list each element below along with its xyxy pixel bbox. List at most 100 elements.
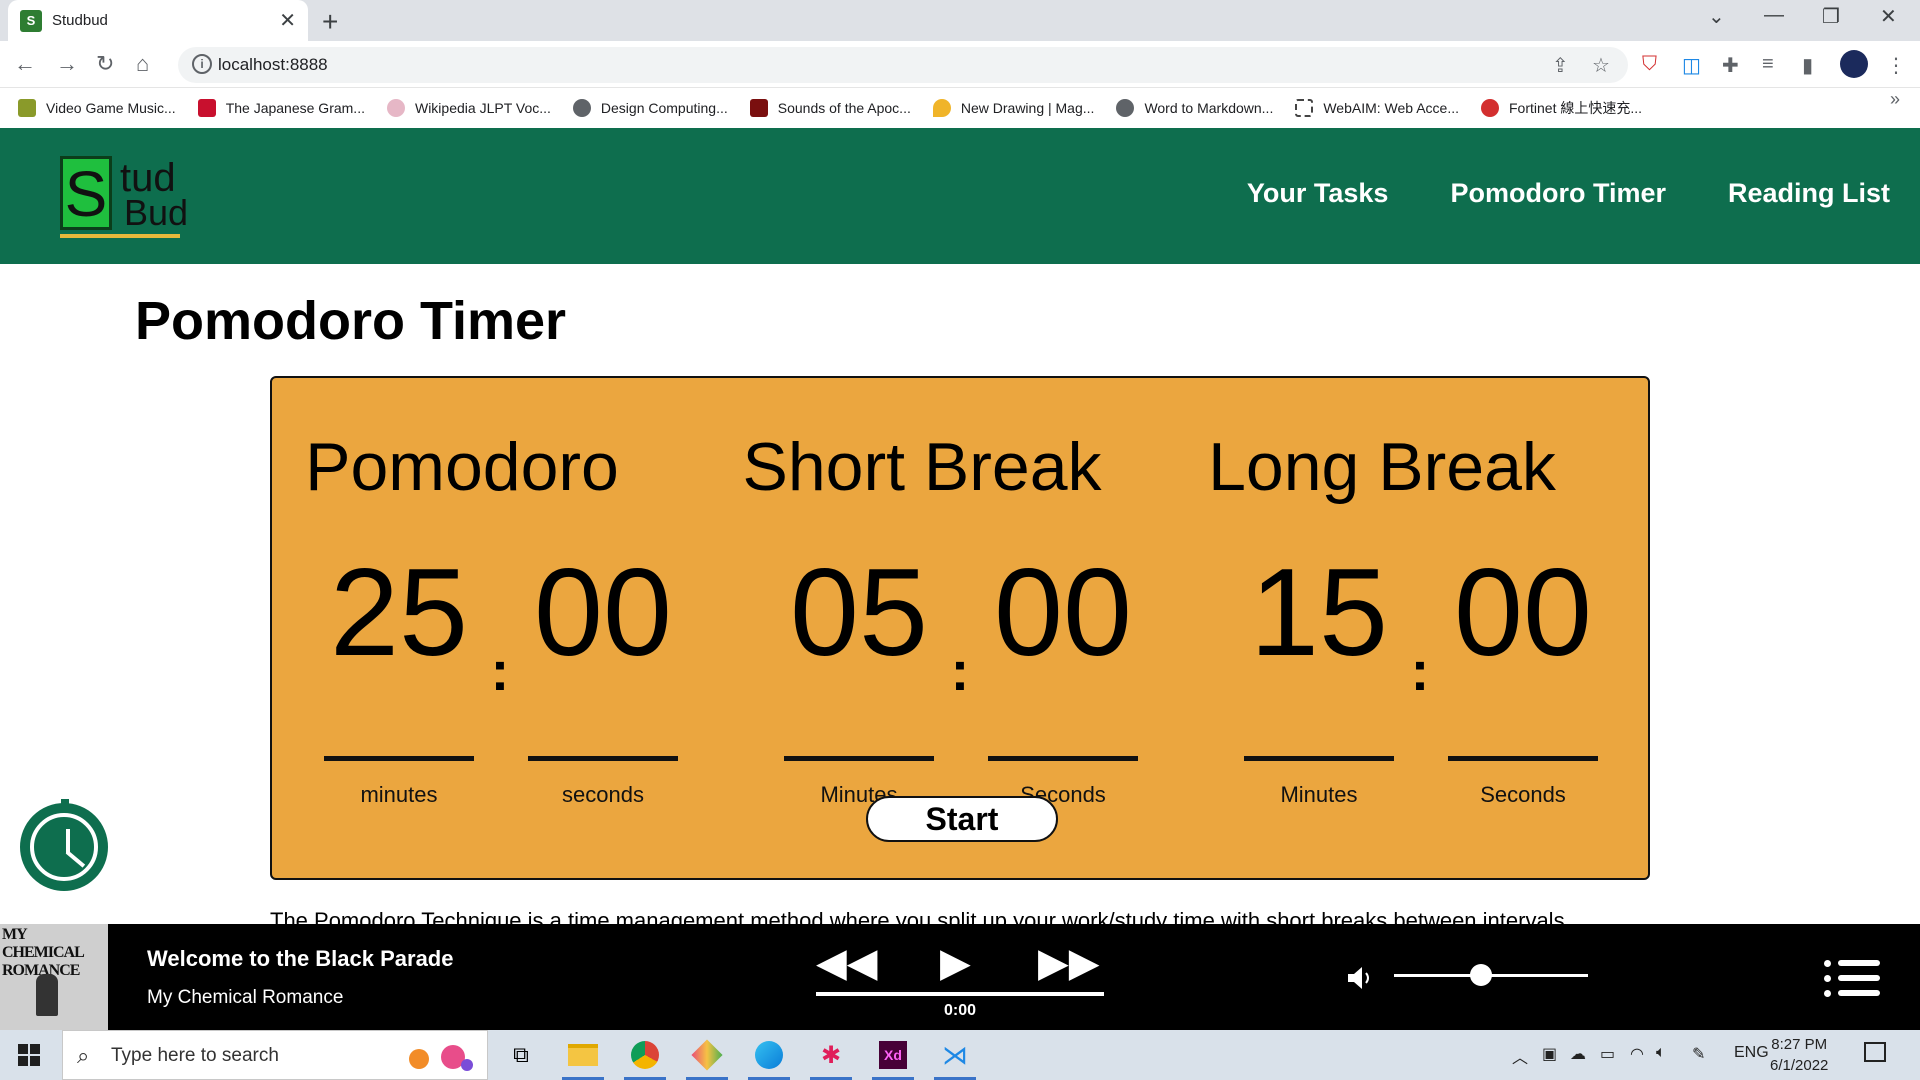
restore-icon[interactable]: ❐ bbox=[1822, 4, 1840, 29]
menu-dot bbox=[1824, 960, 1831, 967]
bookmark-favicon-icon bbox=[18, 99, 36, 117]
bookmark-favicon-icon bbox=[749, 99, 768, 117]
seconds-label: seconds bbox=[562, 782, 644, 807]
new-tab-icon[interactable]: + bbox=[322, 6, 338, 38]
menu-dot bbox=[1824, 990, 1831, 997]
album-figure bbox=[36, 974, 58, 1016]
taskbar-clock[interactable]: 8:27 PM 6/1/2022 bbox=[1770, 1034, 1828, 1076]
app-diamond-icon[interactable] bbox=[686, 1036, 728, 1080]
extension-shield-icon[interactable]: ⛉ bbox=[1642, 53, 1657, 76]
stopwatch-icon[interactable] bbox=[20, 799, 108, 891]
home-icon[interactable]: ⌂ bbox=[136, 51, 149, 77]
vscode-icon[interactable]: ⋊ bbox=[934, 1036, 976, 1080]
menu-line bbox=[1838, 960, 1880, 966]
bookmark-item[interactable]: Fortinet 線上快速充... bbox=[1481, 98, 1642, 118]
side-panel-icon[interactable]: ▮ bbox=[1802, 53, 1813, 78]
volume-icon[interactable] bbox=[1346, 964, 1374, 992]
timer-group-pomodoro: Pomodoro 25 : 00 minutes seconds bbox=[282, 428, 678, 807]
minutes-underline bbox=[784, 756, 934, 761]
slack-icon[interactable]: ✱ bbox=[810, 1036, 852, 1080]
timer-card: Pomodoro 25 : 00 minutes seconds Short B… bbox=[270, 376, 1650, 880]
language-indicator[interactable]: ENG bbox=[1734, 1044, 1769, 1062]
task-view-icon[interactable]: ⧉ bbox=[500, 1036, 542, 1074]
extensions-icon[interactable]: ✚ bbox=[1722, 53, 1739, 78]
seconds-value[interactable]: 00 bbox=[1448, 548, 1598, 678]
browser-tab-bar: S Studbud ✕ + ⌄ — ❐ ✕ bbox=[0, 0, 1920, 41]
address-bar[interactable]: i localhost:8888 bbox=[178, 47, 1628, 83]
notification-icon[interactable] bbox=[1864, 1042, 1886, 1062]
search-highlight-icon bbox=[409, 1045, 473, 1071]
win-pane bbox=[30, 1056, 40, 1066]
bookmark-item[interactable]: Word to Markdown... bbox=[1116, 99, 1273, 117]
speaker-icon[interactable]: 🔈︎ bbox=[1656, 1044, 1666, 1062]
tray-meet-icon[interactable]: ▣ bbox=[1542, 1044, 1557, 1064]
minutes-value[interactable]: 15 bbox=[1244, 548, 1394, 678]
share-icon[interactable]: ⇪ bbox=[1552, 53, 1569, 78]
bookmark-item[interactable]: WebAIM: Web Acce... bbox=[1295, 99, 1459, 117]
windows-start-icon[interactable] bbox=[18, 1044, 40, 1066]
playback-time: 0:00 bbox=[944, 1002, 977, 1019]
browser-tab[interactable]: S Studbud ✕ bbox=[8, 0, 308, 41]
bookmark-item[interactable]: The Japanese Gram... bbox=[197, 99, 365, 117]
rewind-icon[interactable]: ◀◀ bbox=[816, 940, 878, 986]
bookmark-item[interactable]: Sounds of the Apoc... bbox=[749, 99, 911, 117]
close-window-icon[interactable]: ✕ bbox=[1880, 4, 1897, 29]
win-pane bbox=[30, 1044, 40, 1054]
site-info-icon[interactable]: i bbox=[192, 54, 212, 74]
nav-pomodoro-timer[interactable]: Pomodoro Timer bbox=[1450, 178, 1666, 209]
volume-slider-handle[interactable] bbox=[1470, 964, 1493, 986]
start-button[interactable]: Start bbox=[866, 796, 1058, 842]
file-explorer-icon[interactable] bbox=[562, 1036, 604, 1080]
music-player: MY CHEMICAL ROMANCE Welcome to the Black… bbox=[0, 924, 1920, 1030]
profile-avatar[interactable] bbox=[1840, 50, 1868, 78]
play-icon[interactable]: ▶ bbox=[940, 940, 971, 986]
bookmark-favicon-icon bbox=[197, 99, 216, 117]
media-icon[interactable]: ≡ bbox=[1762, 53, 1774, 76]
chrome-icon[interactable] bbox=[624, 1036, 666, 1080]
browser-toolbar: ← → ↻ ⌂ i localhost:8888 ⇪ ☆ ⛉ ◫ ✚ ≡ ▮ ⋮ bbox=[0, 41, 1920, 88]
minutes-value[interactable]: 25 bbox=[324, 548, 474, 678]
timer-title: Short Break bbox=[742, 429, 1102, 505]
win-pane bbox=[18, 1044, 28, 1054]
more-bookmarks-icon[interactable]: » bbox=[1890, 89, 1900, 110]
bookmark-favicon-icon bbox=[386, 99, 405, 117]
seconds-value[interactable]: 00 bbox=[528, 548, 678, 678]
menu-line bbox=[1838, 975, 1880, 981]
extension-cup-icon[interactable]: ◫ bbox=[1682, 53, 1701, 78]
globe-icon bbox=[1116, 99, 1135, 117]
bookmark-item[interactable]: Wikipedia JLPT Voc... bbox=[386, 99, 551, 117]
chrome-menu-icon[interactable]: ⋮ bbox=[1886, 53, 1906, 78]
progress-bar[interactable] bbox=[816, 992, 1104, 996]
minutes-value[interactable]: 05 bbox=[784, 548, 934, 678]
reload-icon[interactable]: ↻ bbox=[96, 51, 114, 77]
bookmark-item[interactable]: Design Computing... bbox=[572, 99, 728, 117]
forward-icon[interactable]: → bbox=[56, 51, 78, 77]
edge-icon[interactable] bbox=[748, 1036, 790, 1080]
wifi-icon[interactable]: ◠ bbox=[1630, 1044, 1644, 1064]
minimize-icon[interactable]: — bbox=[1764, 4, 1784, 27]
bookmark-favicon-icon bbox=[1295, 99, 1314, 117]
battery-icon[interactable]: ▭ bbox=[1600, 1044, 1615, 1064]
bookmark-star-icon[interactable]: ☆ bbox=[1592, 53, 1610, 78]
bookmark-item[interactable]: Video Game Music... bbox=[18, 99, 176, 117]
bookmark-item[interactable]: New Drawing | Mag... bbox=[932, 99, 1094, 117]
fast-forward-icon[interactable]: ▶▶ bbox=[1038, 940, 1100, 986]
close-tab-icon[interactable]: ✕ bbox=[279, 8, 296, 33]
seconds-label: Seconds bbox=[1480, 782, 1566, 807]
studbud-logo[interactable]: S tud Bud bbox=[60, 156, 188, 238]
pen-icon[interactable]: ✎ bbox=[1692, 1044, 1705, 1064]
nav-your-tasks[interactable]: Your Tasks bbox=[1247, 178, 1389, 209]
playlist-menu-icon[interactable] bbox=[1824, 960, 1880, 998]
tray-chevron-icon[interactable]: ︿ bbox=[1512, 1044, 1528, 1068]
adobe-xd-icon[interactable]: Xd bbox=[872, 1036, 914, 1080]
windows-taskbar: ⌕ Type here to search ⧉ ✱ Xd ⋊ ︿ ▣ ☁ ▭ ◠… bbox=[0, 1030, 1920, 1080]
clock-time: 8:27 PM bbox=[1771, 1036, 1828, 1053]
tab-search-icon[interactable]: ⌄ bbox=[1708, 4, 1725, 29]
colon-separator: : bbox=[1410, 639, 1430, 702]
taskbar-search[interactable]: ⌕ Type here to search bbox=[62, 1030, 488, 1080]
url-text: localhost:8888 bbox=[218, 55, 328, 74]
seconds-value[interactable]: 00 bbox=[988, 548, 1138, 678]
back-icon[interactable]: ← bbox=[14, 51, 36, 77]
nav-reading-list[interactable]: Reading List bbox=[1728, 178, 1890, 209]
onedrive-icon[interactable]: ☁ bbox=[1570, 1044, 1586, 1064]
